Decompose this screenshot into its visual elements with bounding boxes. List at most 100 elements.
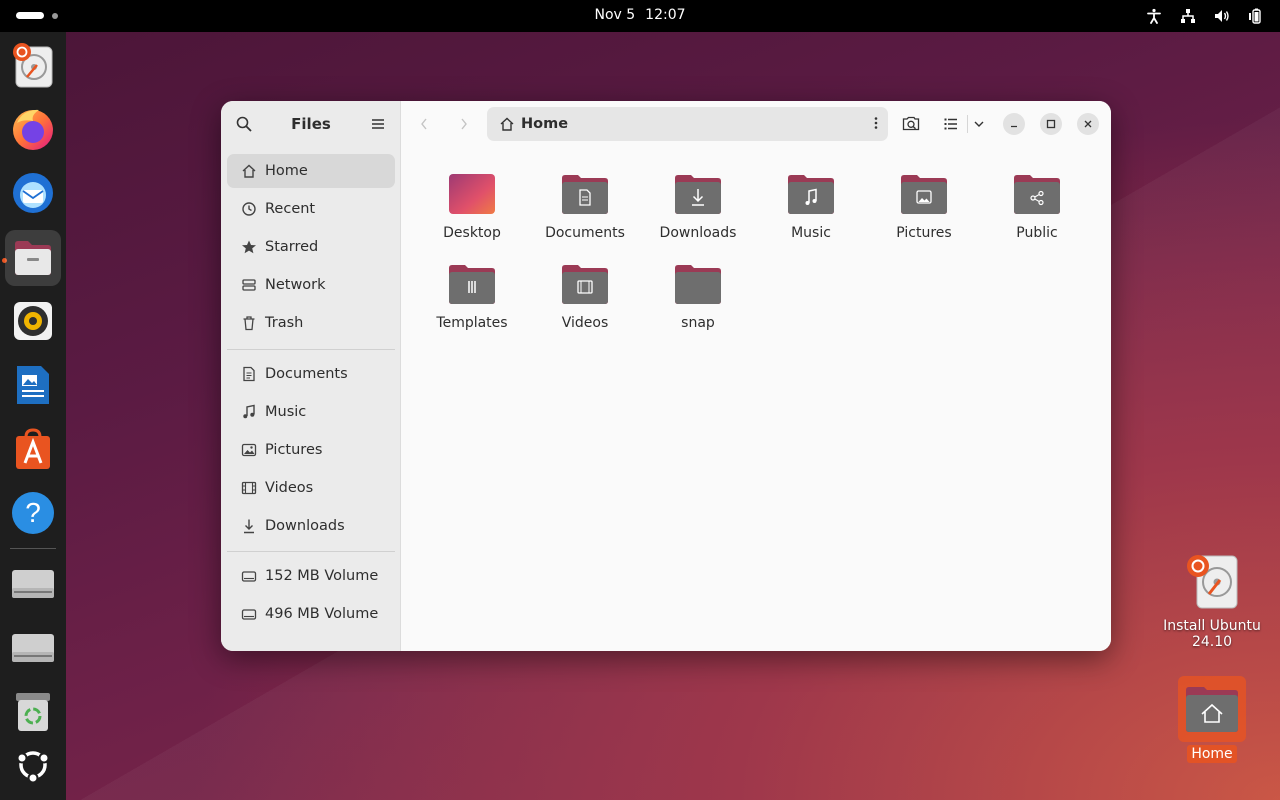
sidebar-item-documents[interactable]: Documents (227, 357, 395, 391)
file-label: Public (1016, 225, 1058, 241)
sidebar-item-recent[interactable]: Recent (227, 192, 395, 226)
sidebar-item-label: Music (265, 404, 307, 420)
documents-folder-icon (562, 175, 608, 214)
writer-icon (17, 366, 49, 404)
system-tray[interactable] (1144, 6, 1266, 26)
sidebar-item-label: Trash (265, 315, 304, 331)
dock-rhythmbox[interactable] (5, 293, 61, 349)
view-options-button[interactable] (964, 109, 994, 139)
battery-icon[interactable] (1246, 6, 1266, 26)
file-label: Desktop (443, 225, 501, 241)
desktop-icon-label: Home (1187, 745, 1237, 763)
clock[interactable]: Nov 5 12:07 (0, 7, 1280, 23)
main-menu-button[interactable] (363, 109, 393, 139)
sidebar-item-videos[interactable]: Videos (227, 471, 395, 505)
star-icon (241, 239, 257, 255)
folder-downloads[interactable]: Downloads (648, 173, 748, 263)
sidebar-separator (227, 551, 395, 552)
search-in-folder-button[interactable] (896, 109, 926, 139)
dock-install-ubuntu[interactable] (5, 37, 61, 93)
folder-desktop[interactable]: Desktop (422, 173, 522, 263)
sidebar-item-volume-152[interactable]: 152 MB Volume (227, 559, 395, 593)
view-toggle-button[interactable] (936, 109, 966, 139)
kebab-icon (874, 117, 878, 129)
svg-text:?: ? (25, 497, 41, 528)
list-view-icon (944, 118, 957, 130)
sidebar-item-trash[interactable]: Trash (227, 306, 395, 340)
folder-snap[interactable]: snap (648, 263, 748, 353)
folder-templates[interactable]: Templates (422, 263, 522, 353)
drive-icon (12, 570, 54, 598)
sidebar-item-label: Starred (265, 239, 319, 255)
home-icon (500, 117, 514, 131)
dock-files[interactable] (5, 230, 61, 286)
music-icon (241, 404, 257, 420)
accessibility-icon[interactable] (1144, 6, 1164, 26)
document-icon (241, 366, 257, 382)
close-icon (1084, 120, 1092, 128)
folder-pictures[interactable]: Pictures (874, 173, 974, 263)
sidebar-item-pictures[interactable]: Pictures (227, 433, 395, 467)
maximize-button[interactable] (1040, 113, 1062, 135)
file-label: Music (791, 225, 831, 241)
sidebar-item-volume-496[interactable]: 496 MB Volume (227, 597, 395, 631)
dock-trash[interactable] (5, 683, 61, 739)
folder-music[interactable]: Music (761, 173, 861, 263)
sidebar-item-label: Recent (265, 201, 316, 217)
minimize-button[interactable] (1003, 113, 1025, 135)
dock-drive-2[interactable] (5, 619, 61, 675)
file-label: Documents (545, 225, 625, 241)
dock-drive-1[interactable] (5, 555, 61, 611)
location-bar[interactable]: Home (487, 107, 888, 141)
home-icon (241, 163, 257, 179)
clock-date[interactable]: Nov 5 (594, 7, 635, 23)
folder-public[interactable]: Public (987, 173, 1087, 263)
sidebar-item-label: 152 MB Volume (265, 568, 379, 584)
sidebar-item-home[interactable]: Home (227, 154, 395, 188)
network-icon[interactable] (1178, 6, 1198, 26)
sidebar-item-downloads[interactable]: Downloads (227, 509, 395, 543)
main-pane: Home Desktop Documents Downloads Music P… (401, 101, 1111, 651)
forward-button[interactable] (449, 109, 479, 139)
dock-thunderbird[interactable] (5, 165, 61, 221)
sidebar-item-music[interactable]: Music (227, 395, 395, 429)
desktop-install-ubuntu[interactable]: Install Ubuntu 24.10 (1162, 552, 1262, 650)
desktop-icon-label-line2: 24.10 (1191, 634, 1233, 650)
location-menu-button[interactable] (874, 116, 878, 134)
dock-show-apps[interactable] (5, 737, 61, 793)
picture-icon (241, 442, 257, 458)
dock-app-center[interactable] (5, 421, 61, 477)
location-label: Home (521, 116, 569, 132)
music-folder-icon (788, 175, 834, 214)
files-window: Files Home Recent Starred Network Trash (221, 101, 1111, 651)
clock-time[interactable]: 12:07 (645, 7, 685, 23)
chevron-right-icon (461, 118, 467, 130)
file-label: snap (681, 315, 715, 331)
folder-videos[interactable]: Videos (535, 263, 635, 353)
desktop-icon-selection (1178, 676, 1246, 742)
file-label: Videos (561, 315, 609, 331)
maximize-icon (1046, 119, 1056, 129)
close-button[interactable] (1077, 113, 1099, 135)
sidebar-item-label: Downloads (265, 518, 345, 534)
dock-firefox[interactable] (5, 101, 61, 157)
dock-help[interactable]: ? (5, 485, 61, 541)
sidebar-item-starred[interactable]: Starred (227, 230, 395, 264)
desktop-home[interactable]: Home (1162, 676, 1262, 763)
back-button[interactable] (409, 109, 439, 139)
thunderbird-icon (13, 173, 53, 213)
downloads-folder-icon (675, 175, 721, 214)
sidebar-item-network[interactable]: Network (227, 268, 395, 302)
ubuntu-icon (16, 751, 50, 784)
sidebar-header: Files (221, 101, 401, 147)
trash-icon (241, 315, 257, 331)
sidebar-item-label: 496 MB Volume (265, 606, 379, 622)
volume-icon[interactable] (1212, 6, 1232, 26)
dock-writer[interactable] (5, 357, 61, 413)
rhythmbox-icon (14, 302, 52, 340)
trash-icon (16, 693, 50, 731)
public-folder-icon (1014, 175, 1060, 214)
drive-icon (241, 568, 257, 584)
folder-documents[interactable]: Documents (535, 173, 635, 263)
sidebar-item-label: Videos (265, 480, 314, 496)
